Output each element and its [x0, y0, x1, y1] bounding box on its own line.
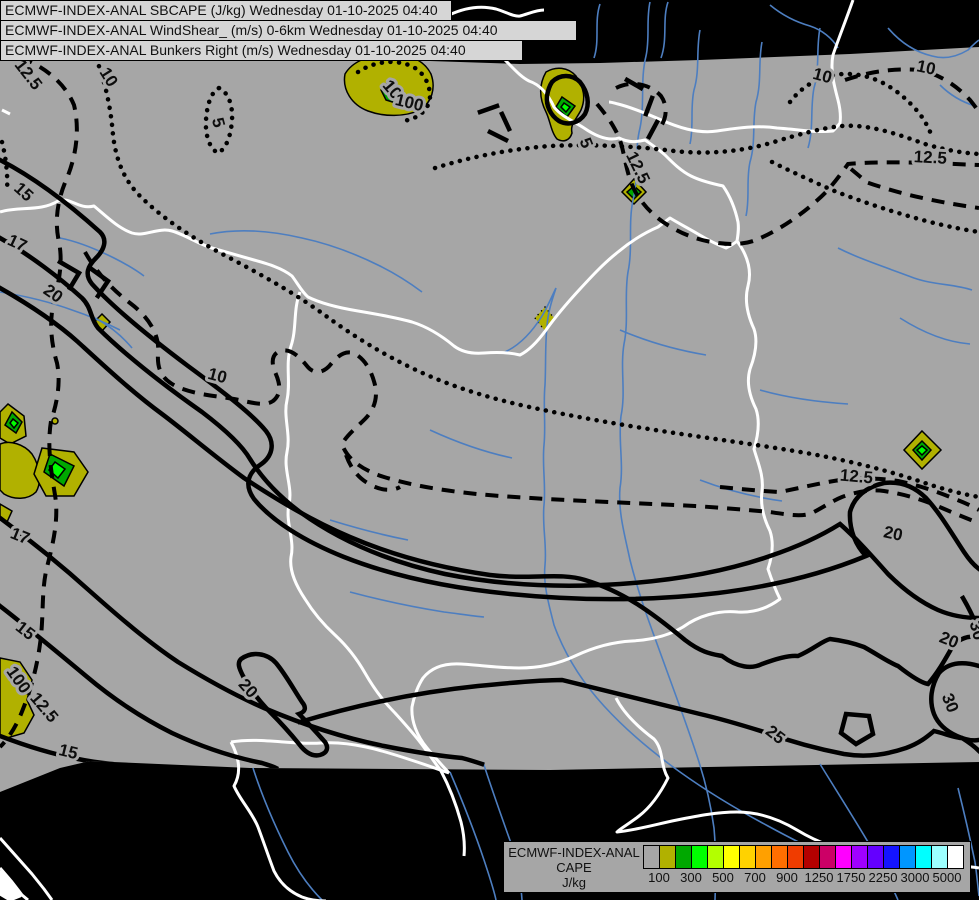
colorbar-swatch: [691, 845, 707, 869]
weather-map-screenshot: 12.5 10 5 10 100 5 12.5 10 10 12.5 10 15 17 20 17 15 100…: [0, 0, 979, 900]
colorbar-swatch: [835, 845, 851, 869]
colorbar-swatch: [739, 845, 755, 869]
colorbar-ticks: 100 300 500 700 900 1250 1750 2250 3000 5000: [643, 870, 973, 888]
contour-label: 10: [915, 56, 937, 79]
colorbar-swatch: [883, 845, 899, 869]
cape-legend: ECMWF-INDEX-ANAL CAPE J/kg 100 300 500 700 9…: [503, 841, 971, 893]
colorbar-tick-label: 5000: [932, 870, 962, 885]
map-canvas: 12.5 10510100512.510 1012.5101517201715100…: [0, 0, 979, 900]
colorbar: [643, 845, 964, 869]
colorbar-swatch: [659, 845, 675, 869]
contour-label: 12.5: [913, 147, 947, 168]
legend-model-line: ECMWF-INDEX-ANAL: [508, 845, 640, 860]
data-domain: [0, 44, 979, 792]
legend-unit-line: J/kg: [562, 875, 586, 890]
contour-label: 20: [882, 522, 904, 545]
colorbar-swatch: [899, 845, 915, 869]
contour-label: 12.5: [839, 466, 874, 488]
colorbar-swatch: [771, 845, 787, 869]
colorbar-swatch: [803, 845, 819, 869]
colorbar-swatch: [931, 845, 947, 869]
legend-text: ECMWF-INDEX-ANAL CAPE J/kg: [508, 845, 640, 890]
colorbar-swatch: [819, 845, 835, 869]
legend-field-line: CAPE: [556, 860, 592, 875]
title-bar-sbcape: ECMWF-INDEX-ANAL SBCAPE (J/kg) Wednesday…: [0, 0, 452, 21]
colorbar-swatch: [787, 845, 803, 869]
colorbar-swatch: [947, 845, 964, 869]
colorbar-swatch: [867, 845, 883, 869]
colorbar-swatch: [915, 845, 931, 869]
colorbar-swatch: [851, 845, 867, 869]
colorbar-swatch: [707, 845, 723, 869]
colorbar-swatch: [755, 845, 771, 869]
title-bar-windshear: ECMWF-INDEX-ANAL WindShear_ (m/s) 0-6km …: [0, 20, 577, 41]
colorbar-swatch: [675, 845, 691, 869]
colorbar-swatch: [643, 845, 659, 869]
colorbar-swatch: [723, 845, 739, 869]
title-bar-bunkers-right: ECMWF-INDEX-ANAL Bunkers Right (m/s) Wed…: [0, 40, 523, 61]
